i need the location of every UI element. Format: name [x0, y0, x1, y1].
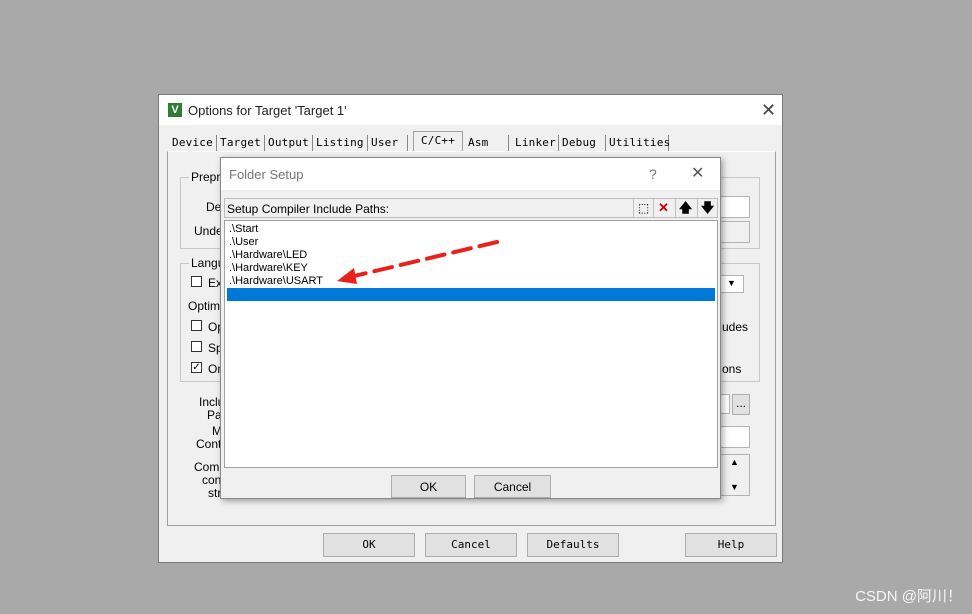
arrow-shaft	[348, 240, 499, 279]
arrow-head	[337, 268, 357, 284]
annotation-arrow-icon	[337, 240, 499, 284]
watermark: CSDN @阿川！	[855, 588, 962, 605]
desktop: { "main_window": { "title": "Options for…	[0, 0, 972, 614]
